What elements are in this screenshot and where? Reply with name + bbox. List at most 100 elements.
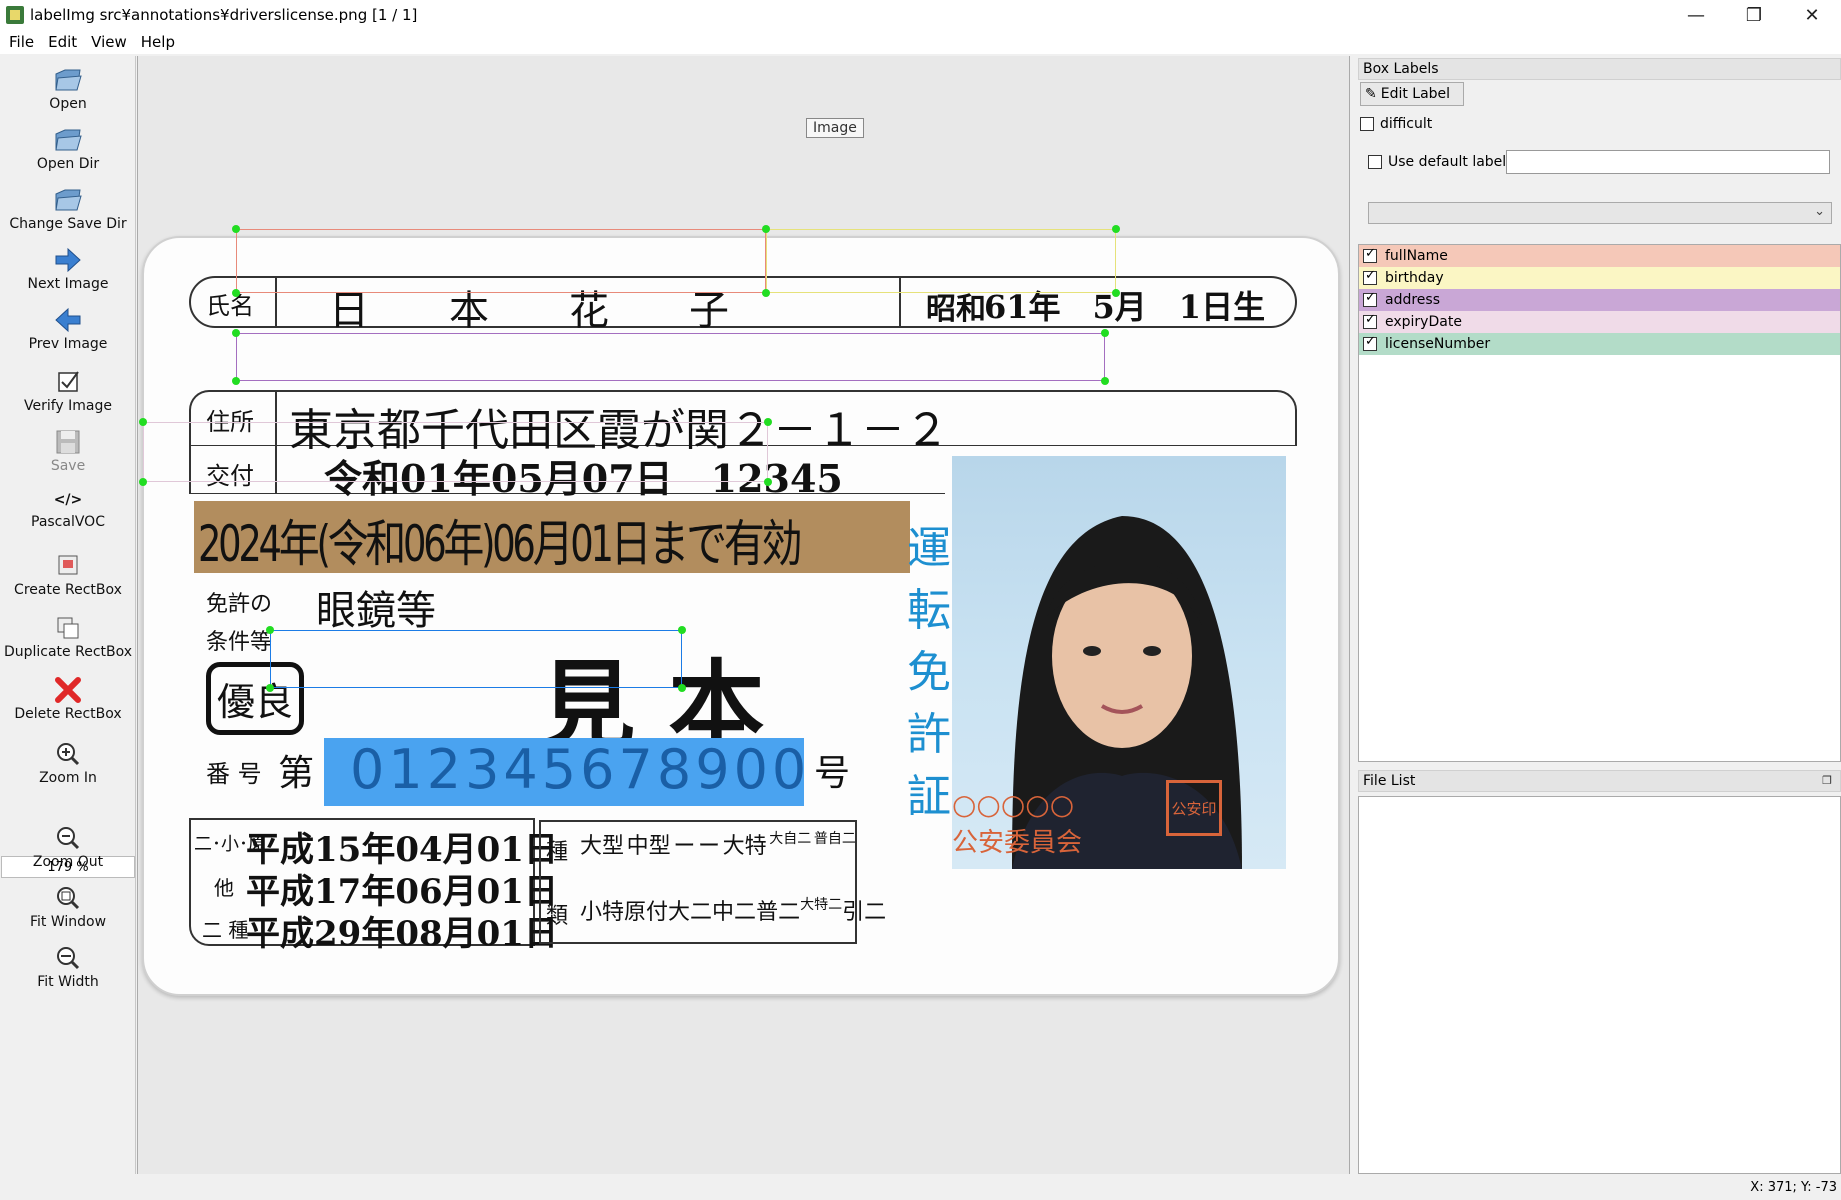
menu-view[interactable]: View [86, 33, 132, 51]
cursor-coordinates: X: 371; Y: -73 [1750, 1180, 1837, 1195]
bbox-expiryDate[interactable] [143, 422, 768, 482]
verify-image-button[interactable]: Verify Image [0, 368, 136, 414]
zoom-in-label: Zoom In [39, 770, 97, 786]
title-char: 転 [907, 585, 951, 636]
bbox-handle[interactable] [1112, 289, 1120, 297]
license-title-vertical: 運 転 免 許 証 [904, 518, 954, 828]
change-save-dir-label: Change Save Dir [9, 216, 127, 232]
kind-cell: 中二 [712, 900, 757, 925]
number-suffix: 号 [814, 753, 851, 794]
bbox-birthday[interactable] [766, 229, 1116, 293]
menu-help[interactable]: Help [136, 33, 180, 51]
kind-cell: 小特 [580, 900, 625, 925]
number-label: 番 号 [206, 760, 262, 788]
file-list[interactable] [1358, 796, 1841, 1174]
zoom-out-button[interactable]: Zoom Out [0, 824, 136, 870]
change-save-dir-button[interactable]: Change Save Dir [0, 186, 136, 232]
label-name: birthday [1385, 270, 1444, 286]
minimize-button[interactable]: — [1667, 0, 1725, 30]
verify-image-label: Verify Image [23, 398, 112, 414]
bbox-handle[interactable] [762, 289, 770, 297]
save-label: Save [50, 458, 86, 474]
menu-file[interactable]: File [4, 33, 39, 51]
float-icon[interactable]: ❐ [1822, 774, 1832, 787]
bbox-handle[interactable] [764, 418, 772, 426]
title-char: 許 [907, 709, 951, 760]
kind-cell: 引二 [842, 900, 887, 925]
format-button[interactable]: </> PascalVOC [0, 492, 136, 530]
kind-label-bottom: 類 [546, 904, 569, 929]
fit-width-button[interactable]: Fit Width [0, 944, 136, 990]
label-item-licenseNumber[interactable]: licenseNumber [1359, 333, 1840, 355]
delete-rectbox-button[interactable]: Delete RectBox [0, 676, 136, 722]
label-combo-box[interactable]: ⌄ [1368, 202, 1832, 224]
bbox-fullName[interactable] [236, 229, 766, 293]
next-image-label: Next Image [27, 276, 109, 292]
arrow-left-icon [55, 307, 81, 333]
label-checkbox[interactable] [1363, 246, 1377, 263]
zoom-in-button[interactable]: Zoom In [0, 740, 136, 786]
bbox-address[interactable] [236, 333, 1105, 381]
label-name: licenseNumber [1385, 336, 1491, 352]
kinds-bottom-row: 小特 原付 大二 中二 普二 大特二 引二 [580, 894, 886, 926]
bbox-handle[interactable] [764, 478, 772, 486]
prev-image-button[interactable]: Prev Image [0, 306, 136, 352]
next-image-button[interactable]: Next Image [0, 246, 136, 292]
expiry-value: 2024年(令和06年)06月01日まで有効 [198, 515, 803, 573]
fit-width-icon [57, 947, 80, 970]
fit-window-button[interactable]: Fit Window [0, 884, 136, 930]
difficult-checkbox-row[interactable]: difficult [1360, 116, 1432, 132]
save-button[interactable]: Save [0, 428, 136, 474]
class-row-2-label: 他 [214, 876, 234, 900]
restore-button[interactable]: ❐ [1725, 0, 1783, 30]
label-checkbox[interactable] [1363, 334, 1377, 351]
fit-window-label: Fit Window [29, 914, 107, 930]
use-default-label-checkbox[interactable] [1368, 155, 1382, 169]
bbox-handle[interactable] [678, 684, 686, 692]
bbox-handle[interactable] [762, 225, 770, 233]
bbox-handle[interactable] [1101, 377, 1109, 385]
edit-label-text: Edit Label [1380, 86, 1451, 102]
bbox-handle[interactable] [232, 289, 240, 297]
create-rectbox-button[interactable]: Create RectBox [0, 552, 136, 598]
bbox-handle[interactable] [1101, 329, 1109, 337]
label-checkbox[interactable] [1363, 268, 1377, 285]
menu-edit[interactable]: Edit [43, 33, 82, 51]
label-name: fullName [1385, 248, 1448, 264]
fit-width-label: Fit Width [37, 974, 99, 990]
image-canvas[interactable]: Image 氏名 日 本 花 子 昭和 61年 5月 1日生 住所 東京都千代田… [137, 56, 1350, 1174]
zoom-out-icon [57, 827, 80, 850]
bbox-handle[interactable] [232, 377, 240, 385]
open-button[interactable]: Open [0, 66, 136, 112]
label-item-address[interactable]: address [1359, 289, 1840, 311]
kind-cell: 大特二 [800, 897, 843, 913]
bbox-licenseNumber[interactable] [270, 630, 682, 688]
label-checkbox[interactable] [1363, 312, 1377, 329]
kind-cell: 大型 [580, 834, 625, 859]
save-icon [56, 430, 80, 454]
default-label-input[interactable] [1506, 150, 1830, 174]
label-checkbox[interactable] [1363, 290, 1377, 307]
prev-image-label: Prev Image [28, 336, 108, 352]
bbox-handle[interactable] [678, 626, 686, 634]
kind-label-top: 種 [546, 840, 569, 865]
bbox-handle[interactable] [1112, 225, 1120, 233]
kind-cell: 大自二 [769, 831, 812, 847]
checkbox-icon [58, 371, 79, 392]
duplicate-rectbox-button[interactable]: Duplicate RectBox [0, 614, 136, 660]
bbox-handle[interactable] [266, 684, 274, 692]
open-dir-button[interactable]: Open Dir [0, 126, 136, 172]
bbox-handle[interactable] [139, 478, 147, 486]
label-item-expiryDate[interactable]: expiryDate [1359, 311, 1840, 333]
difficult-checkbox[interactable] [1360, 117, 1374, 131]
bbox-handle[interactable] [139, 418, 147, 426]
edit-label-button[interactable]: ✎ Edit Label [1360, 82, 1464, 106]
number-prefix: 第 [278, 753, 315, 794]
bbox-handle[interactable] [232, 225, 240, 233]
label-item-birthday[interactable]: birthday [1359, 267, 1840, 289]
bbox-handle[interactable] [266, 626, 274, 634]
label-item-fullName[interactable]: fullName [1359, 245, 1840, 267]
close-button[interactable]: ✕ [1783, 0, 1841, 30]
bbox-handle[interactable] [232, 329, 240, 337]
use-default-label-row[interactable]: Use default label [1368, 154, 1506, 170]
